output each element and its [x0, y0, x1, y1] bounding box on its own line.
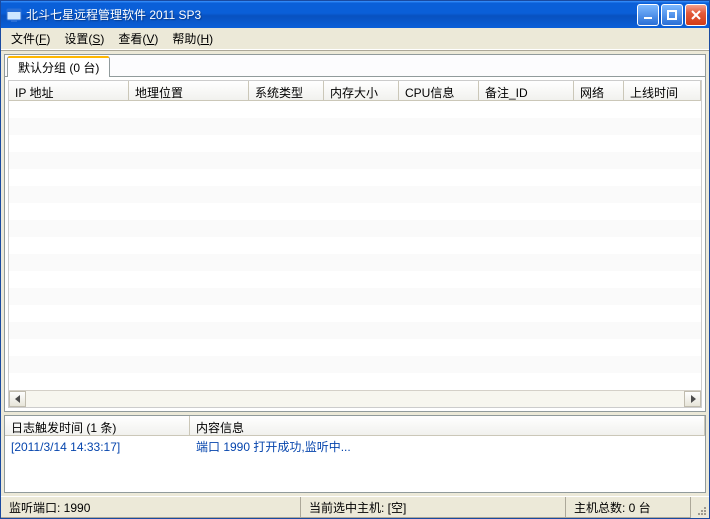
- col-log-content[interactable]: 内容信息: [190, 416, 705, 435]
- log-panel: 日志触发时间 (1 条) 内容信息 [2011/3/14 14:33:17] 端…: [4, 415, 706, 493]
- scroll-right-button[interactable]: [684, 391, 701, 407]
- menu-help[interactable]: 帮助(H): [166, 28, 219, 49]
- col-os[interactable]: 系统类型: [249, 81, 324, 100]
- hosts-panel: 默认分组 (0 台) IP 地址 地理位置 系统类型 内存大小 CPU信息 备注…: [4, 54, 706, 412]
- tab-default-group-label: 默认分组 (0 台): [18, 59, 99, 76]
- status-total-hosts: 主机总数: 0 台: [566, 497, 691, 518]
- table-row: [9, 254, 701, 271]
- menubar: 文件(F) 设置(S) 查看(V) 帮助(H): [1, 28, 709, 50]
- log-columns: 日志触发时间 (1 条) 内容信息: [5, 416, 705, 436]
- menu-file[interactable]: 文件(F): [5, 28, 56, 49]
- col-location[interactable]: 地理位置: [129, 81, 249, 100]
- table-row: [9, 271, 701, 288]
- app-window: 北斗七星远程管理软件 2011 SP3 文件(F) 设置(S) 查看(V) 帮助…: [0, 0, 710, 519]
- window-buttons: [637, 4, 707, 26]
- resize-grip[interactable]: [691, 497, 709, 518]
- scroll-left-button[interactable]: [9, 391, 26, 407]
- table-row: [9, 322, 701, 339]
- table-row: [9, 356, 701, 373]
- table-row: [9, 203, 701, 220]
- status-selected-host: 当前选中主机: [空]: [301, 497, 566, 518]
- table-row: [9, 339, 701, 356]
- table-row: [9, 305, 701, 322]
- log-row[interactable]: [2011/3/14 14:33:17] 端口 1990 打开成功,监听中...: [5, 438, 705, 455]
- log-message: 端口 1990 打开成功,监听中...: [190, 438, 705, 455]
- table-row: [9, 169, 701, 186]
- table-row: [9, 288, 701, 305]
- table-row: [9, 135, 701, 152]
- col-memory[interactable]: 内存大小: [324, 81, 399, 100]
- hosts-columns: IP 地址 地理位置 系统类型 内存大小 CPU信息 备注_ID 网络 上线时间: [9, 81, 701, 101]
- group-tabstrip: 默认分组 (0 台): [5, 55, 705, 77]
- table-row: [9, 152, 701, 169]
- log-timestamp: [2011/3/14 14:33:17]: [5, 440, 190, 454]
- col-cpu[interactable]: CPU信息: [399, 81, 479, 100]
- log-body[interactable]: [2011/3/14 14:33:17] 端口 1990 打开成功,监听中...: [5, 436, 705, 492]
- col-ip[interactable]: IP 地址: [9, 81, 129, 100]
- col-online-time[interactable]: 上线时间: [624, 81, 701, 100]
- col-note-id[interactable]: 备注_ID: [479, 81, 574, 100]
- table-row: [9, 101, 701, 118]
- table-row: [9, 186, 701, 203]
- close-button[interactable]: [685, 4, 707, 26]
- titlebar[interactable]: 北斗七星远程管理软件 2011 SP3: [1, 1, 709, 28]
- hosts-h-scrollbar[interactable]: [9, 390, 701, 407]
- status-port: 监听端口: 1990: [1, 497, 301, 518]
- table-row: [9, 220, 701, 237]
- window-title: 北斗七星远程管理软件 2011 SP3: [26, 6, 637, 23]
- menu-settings[interactable]: 设置(S): [58, 28, 110, 49]
- menu-view[interactable]: 查看(V): [112, 28, 164, 49]
- col-log-time[interactable]: 日志触发时间 (1 条): [5, 416, 190, 435]
- app-icon: [6, 7, 22, 23]
- maximize-button[interactable]: [661, 4, 683, 26]
- table-row: [9, 118, 701, 135]
- scroll-track[interactable]: [26, 391, 684, 407]
- table-row: [9, 237, 701, 254]
- minimize-button[interactable]: [637, 4, 659, 26]
- hosts-body[interactable]: [9, 101, 701, 390]
- tab-default-group[interactable]: 默认分组 (0 台): [7, 56, 110, 77]
- statusbar: 监听端口: 1990 当前选中主机: [空] 主机总数: 0 台: [1, 496, 709, 518]
- col-network[interactable]: 网络: [574, 81, 624, 100]
- hosts-listview: IP 地址 地理位置 系统类型 内存大小 CPU信息 备注_ID 网络 上线时间: [8, 80, 702, 408]
- client-area: 默认分组 (0 台) IP 地址 地理位置 系统类型 内存大小 CPU信息 备注…: [1, 51, 709, 496]
